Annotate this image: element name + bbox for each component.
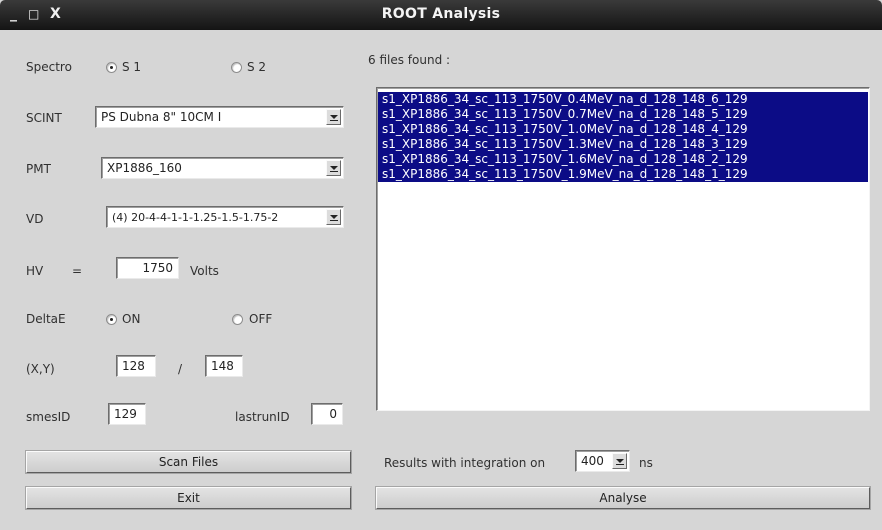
lastrunid-input[interactable]: 0 xyxy=(311,403,343,425)
scint-select[interactable]: PS Dubna 8" 10CM I xyxy=(95,106,344,128)
integration-unit: ns xyxy=(639,456,653,470)
chevron-down-icon[interactable] xyxy=(326,109,341,125)
files-found-label: 6 files found : xyxy=(368,53,451,67)
hv-equals: = xyxy=(72,264,83,278)
lastrunid-label: lastrunID xyxy=(235,410,290,424)
deltae-off-label[interactable]: OFF xyxy=(249,312,272,326)
pmt-select[interactable]: XP1886_160 xyxy=(101,157,344,179)
window-title: ROOT Analysis xyxy=(381,6,501,22)
integration-select[interactable]: 400 xyxy=(575,450,630,472)
hv-input[interactable]: 1750 xyxy=(116,257,179,279)
vd-label: VD xyxy=(26,212,44,226)
deltae-on-label[interactable]: ON xyxy=(122,312,140,326)
pmt-label: PMT xyxy=(26,162,51,176)
chevron-down-icon[interactable] xyxy=(326,160,341,176)
spectro-label: Spectro xyxy=(26,60,72,74)
smesid-input[interactable]: 129 xyxy=(108,403,146,425)
list-item[interactable]: s1_XP1886_34_sc_113_1750V_1.9MeV_na_d_12… xyxy=(378,167,868,182)
root-analysis-window: _ □ X ROOT Analysis Spectro S 1 S 2 SCIN… xyxy=(0,0,882,530)
client-area: Spectro S 1 S 2 SCINT PS Dubna 8" 10CM I… xyxy=(9,36,873,524)
file-list[interactable]: s1_XP1886_34_sc_113_1750V_0.4MeV_na_d_12… xyxy=(376,87,870,411)
x-input[interactable]: 128 xyxy=(116,355,156,377)
hv-unit: Volts xyxy=(190,264,219,278)
list-item[interactable]: s1_XP1886_34_sc_113_1750V_1.6MeV_na_d_12… xyxy=(378,152,868,167)
spectro-s1-label[interactable]: S 1 xyxy=(122,60,141,74)
deltae-off-radio[interactable] xyxy=(232,314,243,325)
list-item[interactable]: s1_XP1886_34_sc_113_1750V_0.4MeV_na_d_12… xyxy=(378,92,868,107)
list-item[interactable]: s1_XP1886_34_sc_113_1750V_1.3MeV_na_d_12… xyxy=(378,137,868,152)
integration-label: Results with integration on xyxy=(384,456,546,470)
spectro-s2-radio[interactable] xyxy=(231,62,242,73)
hv-label: HV xyxy=(26,264,44,278)
integration-value: 400 xyxy=(581,454,604,468)
pmt-value: XP1886_160 xyxy=(107,161,182,175)
xy-label: (X,Y) xyxy=(26,362,55,376)
vd-value: (4) 20-4-4-1-1-1.25-1.5-1.75-2 xyxy=(112,211,279,224)
xy-separator: / xyxy=(178,362,183,376)
list-item[interactable]: s1_XP1886_34_sc_113_1750V_0.7MeV_na_d_12… xyxy=(378,107,868,122)
y-input[interactable]: 148 xyxy=(205,355,243,377)
exit-button[interactable]: Exit xyxy=(25,486,352,510)
spectro-s1-radio[interactable] xyxy=(106,62,117,73)
title-bar[interactable]: _ □ X ROOT Analysis xyxy=(0,0,882,30)
chevron-down-icon[interactable] xyxy=(612,453,627,469)
smesid-label: smesID xyxy=(26,410,71,424)
spectro-s2-label[interactable]: S 2 xyxy=(247,60,266,74)
list-item[interactable]: s1_XP1886_34_sc_113_1750V_1.0MeV_na_d_12… xyxy=(378,122,868,137)
deltae-on-radio[interactable] xyxy=(106,314,117,325)
scint-value: PS Dubna 8" 10CM I xyxy=(101,110,222,124)
analyse-button[interactable]: Analyse xyxy=(375,486,871,510)
scint-label: SCINT xyxy=(26,111,62,125)
deltae-label: DeltaE xyxy=(26,312,66,326)
scan-files-button[interactable]: Scan Files xyxy=(25,450,352,474)
chevron-down-icon[interactable] xyxy=(326,209,341,225)
vd-select[interactable]: (4) 20-4-4-1-1-1.25-1.5-1.75-2 xyxy=(106,206,344,228)
